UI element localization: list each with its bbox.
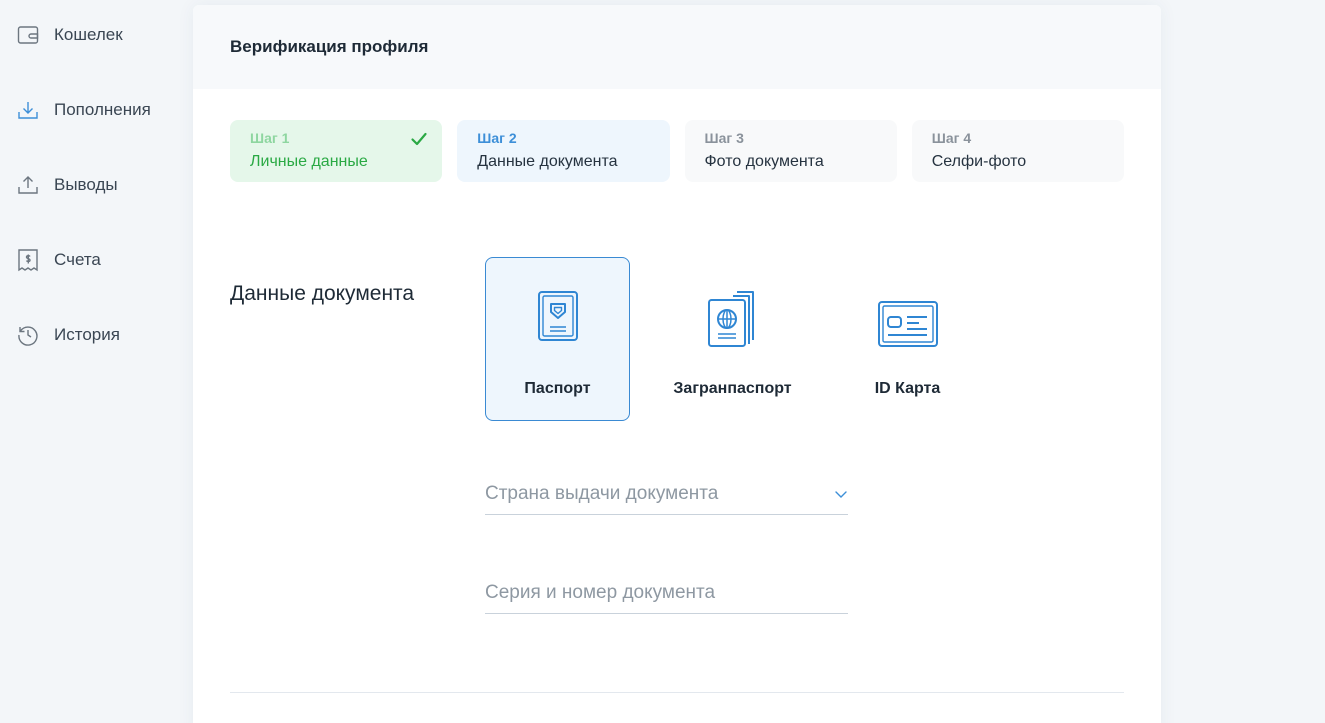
country-select[interactable] — [485, 475, 848, 515]
document-option-label: Паспорт — [524, 380, 591, 397]
id-card-icon — [836, 288, 979, 352]
step-personal-data[interactable]: Шаг 1 Личные данные — [230, 120, 443, 182]
sidebar-item-label: Кошелек — [54, 25, 123, 44]
invoice-icon — [16, 248, 40, 272]
document-number-field[interactable] — [485, 574, 848, 614]
step-number: Шаг 2 — [477, 130, 517, 146]
chevron-down-icon — [835, 491, 847, 498]
step-number: Шаг 1 — [250, 130, 290, 146]
page-title: Верификация профиля — [230, 37, 429, 56]
checkmark-icon — [411, 132, 427, 146]
upload-icon — [16, 173, 40, 197]
history-icon — [16, 323, 40, 347]
passport-icon — [486, 288, 629, 352]
step-name: Данные документа — [477, 153, 618, 170]
international-passport-icon — [661, 288, 804, 352]
stepper: Шаг 1 Личные данные Шаг 2 Данные докумен… — [230, 120, 1124, 182]
card-header: Верификация профиля — [193, 5, 1161, 89]
document-option-passport[interactable]: Паспорт — [485, 257, 630, 421]
sidebar: Кошелек Пополнения Выводы Счета История — [0, 0, 190, 723]
step-selfie[interactable]: Шаг 4 Селфи-фото — [911, 120, 1124, 182]
step-document-data[interactable]: Шаг 2 Данные документа — [457, 120, 670, 182]
verification-card: Верификация профиля Шаг 1 Личные данные … — [193, 5, 1161, 723]
step-document-photo[interactable]: Шаг 3 Фото документа — [684, 120, 897, 182]
wallet-icon — [16, 23, 40, 47]
step-number: Шаг 4 — [931, 130, 972, 146]
sidebar-item-label: Счета — [54, 250, 101, 269]
country-select-input[interactable] — [485, 475, 848, 513]
step-number: Шаг 3 — [704, 130, 744, 146]
document-option-label: ID Карта — [874, 380, 941, 397]
document-number-input[interactable] — [485, 574, 848, 612]
section-label: Данные документа — [230, 282, 415, 305]
sidebar-item-label: История — [54, 325, 120, 344]
document-option-international-passport[interactable]: Загранпаспорт — [660, 257, 805, 421]
sidebar-item-invoices[interactable]: Счета — [16, 245, 101, 275]
document-option-id-card[interactable]: ID Карта — [835, 257, 980, 421]
divider — [230, 692, 1124, 693]
step-name: Фото документа — [704, 153, 824, 170]
step-name: Селфи-фото — [931, 153, 1027, 170]
download-icon — [16, 98, 40, 122]
document-option-label: Загранпаспорт — [673, 380, 792, 397]
step-name: Личные данные — [250, 153, 368, 170]
sidebar-item-label: Выводы — [54, 175, 118, 194]
sidebar-item-wallet[interactable]: Кошелек — [16, 20, 123, 50]
sidebar-item-label: Пополнения — [54, 100, 151, 119]
sidebar-item-withdrawals[interactable]: Выводы — [16, 170, 118, 200]
sidebar-item-deposits[interactable]: Пополнения — [16, 95, 151, 125]
sidebar-item-history[interactable]: История — [16, 320, 120, 350]
